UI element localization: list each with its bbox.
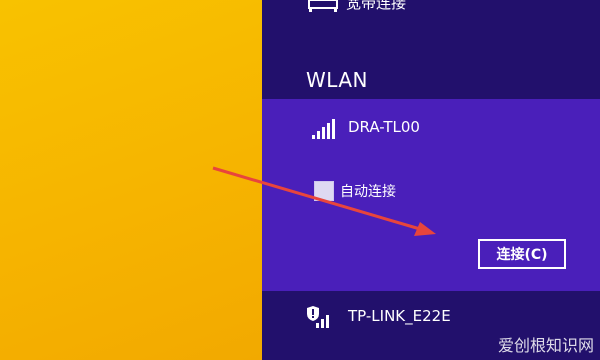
network-name: TP-LINK_E22E [348,307,451,325]
network-name: DRA-TL00 [348,118,420,136]
auto-connect-checkbox[interactable] [314,181,334,201]
watermark: 爱创根知识网 [497,336,594,355]
ethernet-icon [308,0,338,12]
connect-button[interactable]: 连接(C) [478,239,566,269]
wlan-section-title: WLAN [306,68,369,92]
wifi-signal-icon [312,119,338,139]
wifi-signal-secured-icon [306,306,332,328]
desktop-background [0,0,262,360]
broadband-label: 宽带连接 [346,0,407,12]
network-pane: 宽带连接 WLAN DRA-TL00 自动连接 连接(C) TP-LINK_E2… [262,0,600,360]
wifi-network-item-selected[interactable]: DRA-TL00 自动连接 连接(C) [262,99,600,291]
auto-connect-label: 自动连接 [340,184,396,200]
broadband-connection-item[interactable]: 宽带连接 [262,0,600,20]
